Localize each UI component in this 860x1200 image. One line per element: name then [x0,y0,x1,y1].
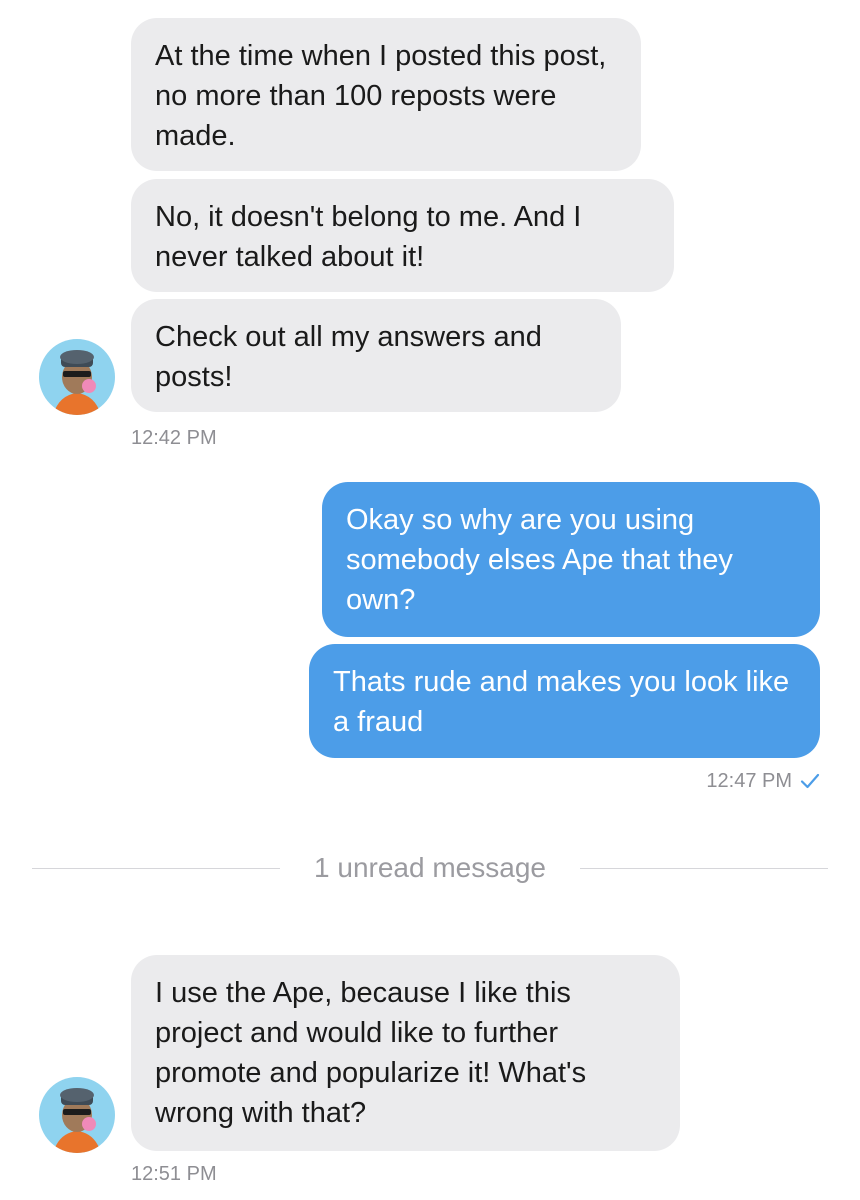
outgoing-message[interactable]: Okay so why are you using somebody elses… [322,482,820,637]
message-timestamp: 12:47 PM [706,769,820,795]
incoming-message[interactable]: At the time when I posted this post, no … [131,18,641,171]
ape-avatar-icon[interactable] [39,1077,115,1153]
incoming-message[interactable]: No, it doesn't belong to me. And I never… [131,179,674,292]
incoming-message[interactable]: Check out all my answers and posts! [131,299,621,412]
incoming-message[interactable]: I use the Ape, because I like this proje… [131,955,680,1151]
message-timestamp: 12:42 PM [131,427,217,449]
read-check-icon [800,771,820,795]
ape-avatar-icon[interactable] [39,339,115,415]
sent-time: 12:47 PM [706,770,792,792]
message-timestamp: 12:51 PM [131,1163,217,1185]
unread-divider: 1 unread message [32,852,828,884]
outgoing-message[interactable]: Thats rude and makes you look like a fra… [309,644,820,758]
divider-line-right [580,868,828,869]
